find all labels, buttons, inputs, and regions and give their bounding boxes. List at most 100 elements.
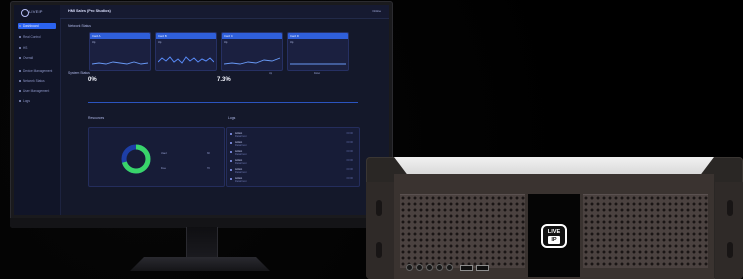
sidebar-item-label: Dashboard <box>23 24 39 28</box>
metric-card-title: Card C <box>222 33 282 39</box>
metric-card-sub: Up <box>158 41 162 44</box>
sidebar-item-label: HS <box>23 46 28 50</box>
knob-icon <box>436 264 443 271</box>
metric-card: Card B Up <box>155 32 217 71</box>
knob-icon <box>416 264 423 271</box>
system-value-primary: 0% <box>88 77 97 83</box>
rack-device: LIVE IP <box>366 157 743 279</box>
product-scene: LIVEIP Dashboard Real Control HS Overall <box>0 0 743 279</box>
log-item: Action Detail text 00:00 <box>228 167 356 175</box>
right-vent-grille <box>583 194 708 268</box>
log-time: 00:00 <box>346 159 354 162</box>
rack-ear-right <box>715 182 743 279</box>
resources-title: Resources <box>88 116 105 120</box>
system-divider <box>88 102 358 103</box>
page-title: HMI Sales (Pro Studios) <box>68 9 111 13</box>
log-item: Action Detail text 00:00 <box>228 158 356 166</box>
metric-card-sub: Up <box>224 41 228 44</box>
metric-card-sub: Up <box>92 41 96 44</box>
rack-slot-icon <box>727 200 733 216</box>
log-time: 00:00 <box>346 177 354 180</box>
nav-dot-icon <box>19 25 21 27</box>
log-bullet-icon <box>230 160 232 162</box>
rack-slot-icon <box>376 200 382 216</box>
log-desc: Detail text <box>235 171 247 174</box>
sidebar-item-logs[interactable]: Logs <box>18 98 56 104</box>
rack-slot-icon <box>727 242 733 258</box>
sidebar-item-label: Device Management <box>23 69 53 73</box>
log-desc: Detail text <box>235 162 247 165</box>
log-bullet-icon <box>230 169 232 171</box>
resources-panel: Used Free 30 70 <box>88 127 225 187</box>
dashboard-sidebar: LIVEIP Dashboard Real Control HS Overall <box>14 5 61 215</box>
rack-ear-left <box>366 182 394 279</box>
log-desc: Detail text <box>235 135 247 138</box>
resource-donut-chart <box>121 144 151 174</box>
resource-used-value: 30 <box>207 152 210 155</box>
nav-dot-icon <box>19 57 21 59</box>
metric-card: Card C Up <box>221 32 283 71</box>
sidebar-item-hs[interactable]: HS <box>18 45 56 51</box>
monitor-base <box>130 257 270 271</box>
log-time: 00:00 <box>346 168 354 171</box>
brand-top-text: LIVE <box>547 229 561 235</box>
metric-card-title: Card D <box>288 33 348 39</box>
legend-down: Down <box>314 72 321 75</box>
sparkline-chart <box>224 57 280 65</box>
log-desc: Detail text <box>235 144 247 147</box>
knob-icon <box>446 264 453 271</box>
sidebar-item-real-control[interactable]: Real Control <box>18 34 56 40</box>
device-front-panel: LIVE IP <box>394 174 714 279</box>
log-item: Action Detail text 00:00 <box>228 149 356 157</box>
legend-up: Up <box>269 72 273 75</box>
sparkline-chart <box>92 61 148 65</box>
nav-dot-icon <box>19 47 21 49</box>
log-bullet-icon <box>230 142 232 144</box>
log-bullet-icon <box>230 178 232 180</box>
topbar-status: Online <box>372 9 381 13</box>
resource-used-label: Used <box>161 152 167 155</box>
sidebar-item-label: User Management <box>23 89 50 93</box>
sidebar-item-label: Real Control <box>23 35 41 39</box>
nav-dot-icon <box>19 90 21 92</box>
log-desc: Detail text <box>235 180 247 183</box>
log-item: Action Detail text 00:00 <box>228 131 356 139</box>
logo-text: LIVEIP <box>29 9 43 14</box>
usb-port-icon <box>476 265 489 271</box>
system-value-secondary: 7.3% <box>217 77 231 83</box>
knob-icon <box>406 264 413 271</box>
brand-logo-badge: LIVE IP <box>541 224 567 248</box>
system-status-title: System Status <box>68 71 90 75</box>
sidebar-item-network-status[interactable]: Network Status <box>18 78 56 84</box>
sidebar-item-dashboard[interactable]: Dashboard <box>18 23 56 29</box>
log-item: Action Detail text 00:00 <box>228 140 356 148</box>
monitor: LIVEIP Dashboard Real Control HS Overall <box>10 1 393 228</box>
usb-port-icon <box>460 265 473 271</box>
sidebar-item-overall[interactable]: Overall <box>18 55 56 61</box>
metric-card-title: Card A <box>90 33 150 39</box>
log-bullet-icon <box>230 133 232 135</box>
front-port-row <box>404 262 524 272</box>
nav-dot-icon <box>19 100 21 102</box>
log-bullet-icon <box>230 151 232 153</box>
brand-bottom-text: IP <box>548 236 560 244</box>
metric-card: Card D Up <box>287 32 349 71</box>
knob-icon <box>426 264 433 271</box>
sidebar-item-user-management[interactable]: User Management <box>18 88 56 94</box>
logs-title: Logs <box>228 116 236 120</box>
log-time: 00:00 <box>346 141 354 144</box>
nav-dot-icon <box>19 70 21 72</box>
metric-card: Card A Up <box>89 32 151 71</box>
sparkline-chart <box>158 56 214 64</box>
sidebar-item-label: Logs <box>23 99 30 103</box>
nav-dot-icon <box>19 80 21 82</box>
device-top-panel <box>394 157 714 174</box>
network-status-title: Network Status <box>68 24 91 28</box>
resource-free-label: Free <box>161 167 166 170</box>
resource-free-value: 70 <box>207 167 210 170</box>
sidebar-item-device-management[interactable]: Device Management <box>18 68 56 74</box>
metric-card-sub: Up <box>290 41 294 44</box>
monitor-neck <box>186 227 218 260</box>
metric-card-title: Card B <box>156 33 216 39</box>
logo-circle-icon <box>21 9 29 17</box>
